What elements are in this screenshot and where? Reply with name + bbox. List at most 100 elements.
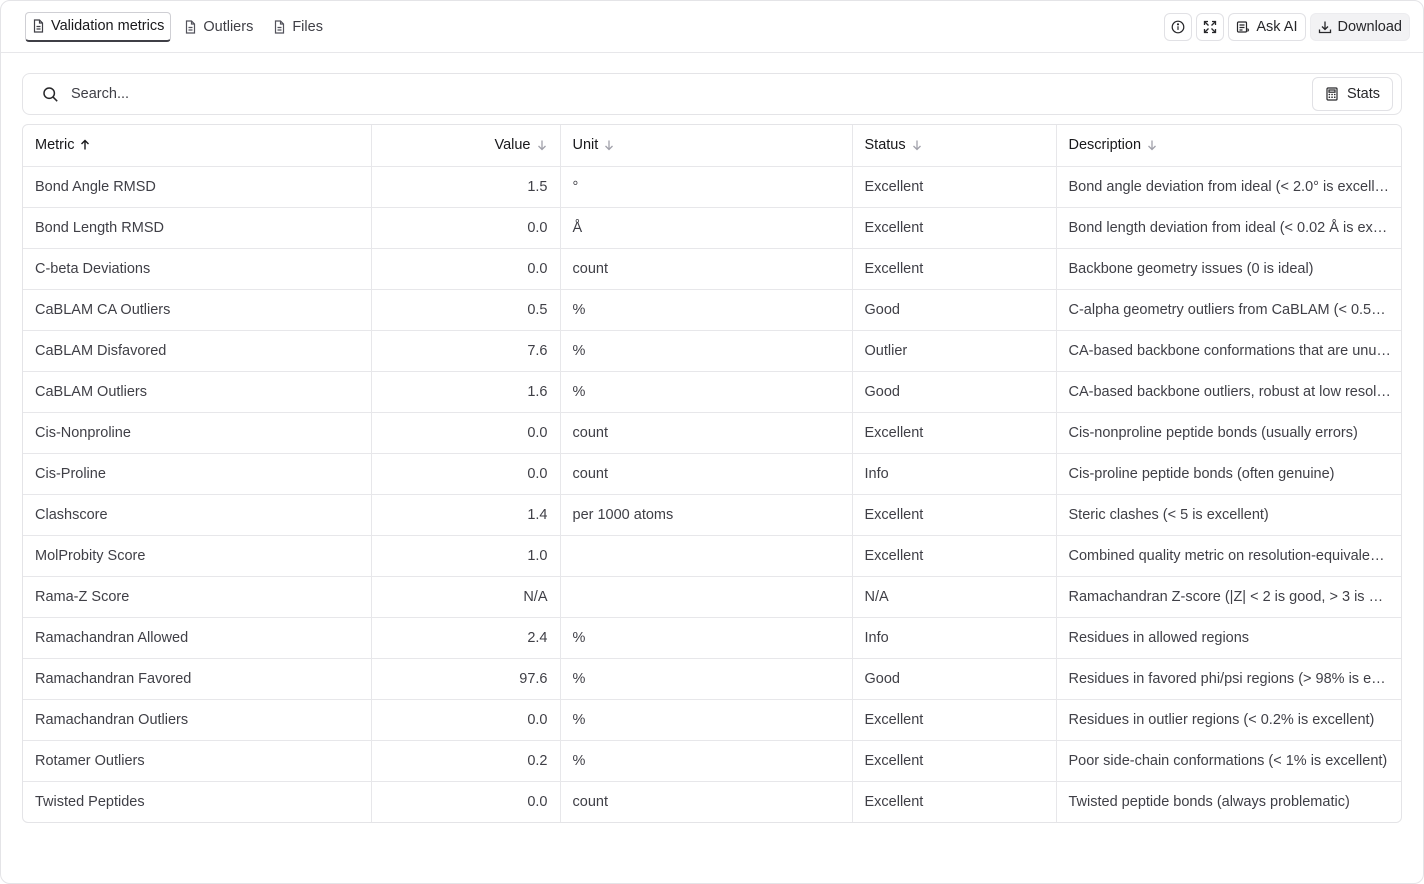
toolbar-actions: Ask AI Download [1164,12,1410,41]
tab-label: Outliers [203,18,254,35]
column-header-unit[interactable]: Unit [560,125,853,167]
ai-sparkle-icon [1237,20,1250,33]
description-cell: Residues in allowed regions [1056,617,1401,659]
column-label: Value [494,137,531,154]
unit-cell: count [560,781,853,822]
description-cell: Poor side-chain conformations (< 1% is e… [1056,740,1401,782]
status-cell: Excellent [852,781,1057,822]
sort-arrow-icon [912,140,921,151]
value-cell: N/A [371,576,561,618]
table-row[interactable]: Ramachandran Allowed 2.4% Info Residues in … [23,617,1401,659]
table-row[interactable]: Twisted Peptides 0.0 count Excellent Twisted… [23,781,1401,822]
description-cell: Combined quality metric on resolution-eq… [1056,535,1401,577]
column-header-status[interactable]: Status [852,125,1057,167]
column-header-metric[interactable]: Metric [23,125,372,167]
table-row[interactable]: MolProbity Score 1.0 Excellent Combined qua… [23,535,1401,577]
unit-cell: % [560,371,853,413]
info-button[interactable] [1164,12,1193,41]
table-row[interactable]: Ramachandran Outliers 0.0% Excellent Residu… [23,699,1401,741]
status-cell: Excellent [852,207,1057,249]
metric-cell: Bond Angle RMSD [23,166,372,208]
description-cell: C-alpha geometry outliers from CaBLAM (<… [1056,289,1401,331]
document-icon [33,19,44,33]
status-cell: N/A [852,576,1057,618]
table-row[interactable]: Bond Angle RMSD 1.5 ° Excellent Bond angle d… [23,166,1401,208]
unit-cell: ° [560,166,853,208]
metric-cell: CaBLAM Outliers [23,371,372,413]
status-cell: Excellent [852,166,1057,208]
search-input[interactable] [71,86,671,102]
ask-ai-label: Ask AI [1256,18,1298,35]
metric-cell: Ramachandran Outliers [23,699,372,741]
tab-validation-metrics[interactable]: Validation metrics [25,11,172,42]
description-cell: CA-based backbone conformations that are… [1056,330,1401,372]
metric-cell: Rama-Z Score [23,576,372,618]
metrics-table: Metric Value Unit Status Description Bon… [22,124,1402,823]
info-icon [1171,20,1185,33]
value-cell: 0.0 [371,412,561,454]
download-button[interactable]: Download [1309,12,1410,41]
table-row[interactable]: Cis-Nonproline 0.0 count Excellent Cis-nonpr… [23,412,1401,454]
column-header-description[interactable]: Description [1056,125,1401,167]
top-bar: Validation metrics Outliers Files Ask AI [1,1,1423,53]
tab-bar: Validation metrics Outliers Files [25,11,330,42]
value-cell: 0.0 [371,207,561,249]
metric-cell: C-beta Deviations [23,248,372,290]
expand-icon [1204,20,1217,33]
fullscreen-button[interactable] [1196,12,1225,41]
value-cell: 97.6 [371,658,561,700]
status-cell: Good [852,658,1057,700]
unit-cell: Å [560,207,853,249]
description-cell: Backbone geometry issues (0 is ideal) [1056,248,1401,290]
table-row[interactable]: CaBLAM Outliers 1.6% Good CA-based backbone… [23,371,1401,413]
tab-files[interactable]: Files [266,12,330,42]
value-cell: 0.5 [371,289,561,331]
status-cell: Excellent [852,699,1057,741]
table-row[interactable]: Clashscore 1.4 per 1000 atoms Excellent Ster… [23,494,1401,536]
value-cell: 0.0 [371,453,561,495]
tab-outliers[interactable]: Outliers [177,12,260,42]
metric-cell: Twisted Peptides [23,781,372,822]
metric-cell: Cis-Proline [23,453,372,495]
status-cell: Excellent [852,535,1057,577]
metric-cell: CaBLAM CA Outliers [23,289,372,331]
search-bar: Stats [22,73,1402,115]
unit-cell [560,576,853,618]
metric-cell: Ramachandran Favored [23,658,372,700]
column-label: Metric [35,137,75,154]
table-row[interactable]: C-beta Deviations 0.0 count Excellent Backbo… [23,248,1401,290]
ask-ai-button[interactable]: Ask AI [1228,12,1306,41]
status-cell: Good [852,371,1057,413]
value-cell: 0.0 [371,699,561,741]
description-cell: Twisted peptide bonds (always problemati… [1068,793,1350,810]
unit-cell: per 1000 atoms [560,494,853,536]
table-row[interactable]: Ramachandran Favored 97.6% Good Residues in… [23,658,1401,700]
download-icon [1318,21,1331,33]
status-cell: Outlier [852,330,1057,372]
value-cell: 1.5 [371,166,561,208]
description-cell: Steric clashes (< 5 is excellent) [1056,494,1401,536]
column-label: Unit [572,137,599,154]
metric-cell: Clashscore [23,494,372,536]
metric-cell: MolProbity Score [23,535,372,577]
table-header-row: Metric Value Unit Status Description [23,125,1401,167]
status-cell: Good [852,289,1057,331]
column-header-value[interactable]: Value [371,125,561,167]
stats-button[interactable]: Stats [1311,77,1393,111]
value-cell: 1.0 [371,535,561,577]
status-cell: Excellent [852,412,1057,454]
table-row[interactable]: CaBLAM Disfavored 7.6% Outlier CA-based bac… [23,330,1401,372]
table-row[interactable]: CaBLAM CA Outliers 0.5% Good C-alpha geomet… [23,289,1401,331]
search-icon [43,86,58,102]
unit-cell: % [560,289,853,331]
table-row[interactable]: Cis-Proline 0.0 count Info Cis-proline pepti… [23,453,1401,495]
unit-cell: count [560,453,853,495]
table-row[interactable]: Rotamer Outliers 0.2% Excellent Poor side-c… [23,740,1401,782]
description-cell: Ramachandran Z-score (|Z| < 2 is good, >… [1056,576,1401,618]
table-row[interactable]: Rama-Z Score N/A N/A Ramachandran Z-score (… [23,576,1401,618]
metric-cell: CaBLAM Disfavored [23,330,372,372]
table-body: Bond Angle RMSD 1.5 ° Excellent Bond angle d… [23,166,1401,822]
tab-label: Files [292,18,323,35]
table-row[interactable]: Bond Length RMSD 0.0 Å Excellent Bond length… [23,207,1401,249]
unit-cell: % [560,330,853,372]
